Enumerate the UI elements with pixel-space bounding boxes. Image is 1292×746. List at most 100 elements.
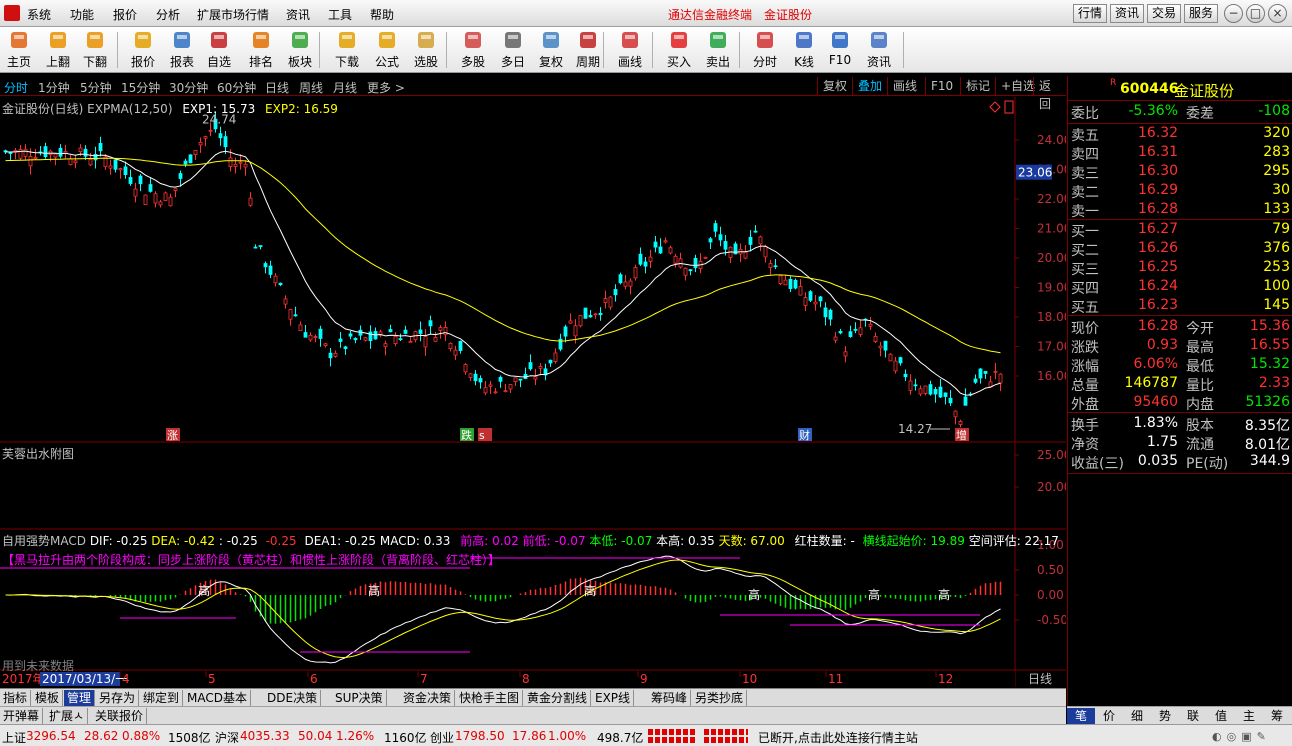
period-weekly[interactable]: 周线: [299, 79, 323, 96]
indicator-tab[interactable]: 另类抄底: [692, 690, 748, 706]
restore-rights-button[interactable]: 复权: [817, 77, 852, 95]
toolbar-clock-button[interactable]: 多日: [495, 28, 531, 72]
period-daily[interactable]: 日线: [265, 79, 289, 96]
menu-function[interactable]: 功能: [70, 6, 94, 23]
ask-row[interactable]: 卖三 16.30 295: [1068, 163, 1292, 182]
ask-row[interactable]: 卖一 16.28 133: [1068, 201, 1292, 220]
indicator-tab[interactable]: 管理: [64, 690, 96, 706]
toolbar-home-button[interactable]: 主页: [1, 28, 37, 72]
period-30min[interactable]: 30分钟: [169, 79, 208, 96]
candle-body: [828, 309, 833, 320]
toolbar-buy-button[interactable]: 买入: [661, 28, 697, 72]
bid-row[interactable]: 买五 16.23 145: [1068, 297, 1292, 316]
overlay-button[interactable]: 叠加: [852, 77, 887, 95]
toolbar-arrow-up-button[interactable]: 上翻: [40, 28, 76, 72]
ask-row[interactable]: 卖四 16.31 283: [1068, 144, 1292, 163]
right-tab[interactable]: 价: [1095, 708, 1123, 724]
draw-line-button[interactable]: 画线: [887, 77, 922, 95]
indicator-tab[interactable]: 指标: [0, 690, 32, 706]
indicator-tab[interactable]: 资金决策: [400, 690, 456, 706]
right-tab[interactable]: 主: [1235, 708, 1263, 724]
toolbar-yen-button[interactable]: 报价: [125, 28, 161, 72]
indicator-tab[interactable]: 黄金分割线: [524, 690, 592, 706]
close-icon[interactable]: ×: [1268, 4, 1287, 23]
menu-quote[interactable]: 报价: [113, 6, 137, 23]
toolbar-f10-button[interactable]: F10: [822, 28, 858, 72]
indicator-tab[interactable]: EXP线: [592, 690, 635, 706]
toolbar-draw-button[interactable]: 画线: [612, 28, 648, 72]
toolbar-kline-button[interactable]: K线: [786, 28, 822, 72]
toolbar-arrow-down-button[interactable]: 下翻: [77, 28, 113, 72]
period-timeshare[interactable]: 分时: [4, 79, 28, 96]
bid-row[interactable]: 买三 16.25 253: [1068, 259, 1292, 278]
indicator-tab[interactable]: 模板: [32, 690, 64, 706]
menu-extended-market[interactable]: 扩展市场行情: [197, 6, 269, 23]
toolbar-f8-button[interactable]: 周期: [570, 28, 606, 72]
candle-body: [813, 301, 818, 305]
mark-button[interactable]: 标记: [960, 77, 995, 95]
trade-mode-button[interactable]: 交易: [1147, 4, 1181, 23]
indicator-tab[interactable]: DDE决策: [264, 690, 322, 706]
sh-index[interactable]: 3296.54: [26, 729, 76, 743]
indicator-tab[interactable]: 快枪手主图: [456, 690, 524, 706]
period-15min[interactable]: 15分钟: [121, 79, 160, 96]
right-tab[interactable]: 值: [1207, 708, 1235, 724]
toolbar-report-button[interactable]: 报表: [164, 28, 200, 72]
period-more[interactable]: 更多 >: [367, 79, 405, 96]
extra-tab[interactable]: 扩展ㅅ: [46, 708, 89, 724]
indicator-tab[interactable]: MACD基本: [184, 690, 251, 706]
indicator-tab[interactable]: 绑定到: [140, 690, 184, 706]
toolbar-blocks-button[interactable]: 板块: [282, 28, 318, 72]
toolbar-timeshare-button[interactable]: 分时: [747, 28, 783, 72]
ask-row[interactable]: 卖五 16.32 320: [1068, 125, 1292, 144]
toolbar-f6-button[interactable]: 自选: [201, 28, 237, 72]
period-1min[interactable]: 1分钟: [38, 79, 70, 96]
minimize-icon[interactable]: −: [1224, 4, 1243, 23]
toolbar-multi-stock-button[interactable]: 多股: [455, 28, 491, 72]
back-button[interactable]: 返回: [1033, 77, 1066, 111]
news-icon: [868, 29, 890, 51]
period-5min[interactable]: 5分钟: [80, 79, 112, 96]
quote-mode-button[interactable]: 行情: [1073, 4, 1107, 23]
chart-area[interactable]: 24.0023.0022.0021.0020.0019.0018.0017.00…: [0, 97, 1066, 687]
f10-button[interactable]: F10: [925, 77, 958, 95]
period-60min[interactable]: 60分钟: [217, 79, 256, 96]
bid-row[interactable]: 买一 16.27 79: [1068, 221, 1292, 240]
cy-index[interactable]: 1798.50: [455, 729, 505, 743]
extra-tab[interactable]: 关联报价: [92, 708, 148, 724]
right-tab[interactable]: 联: [1179, 708, 1207, 724]
service-mode-button[interactable]: 服务: [1184, 4, 1218, 23]
extra-tab[interactable]: 开弹幕: [0, 708, 44, 724]
bid-label: 买三: [1071, 262, 1099, 278]
news-mode-button[interactable]: 资讯: [1110, 4, 1144, 23]
sz-index[interactable]: 4035.33: [240, 729, 290, 743]
bid-row[interactable]: 买四 16.24 100: [1068, 278, 1292, 297]
toolbar-stock-pick-button[interactable]: 选股: [408, 28, 444, 72]
ask-row[interactable]: 卖二 16.29 30: [1068, 182, 1292, 201]
period-monthly[interactable]: 月线: [333, 79, 357, 96]
yen-icon: [132, 29, 154, 51]
toolbar-news-button[interactable]: 资讯: [861, 28, 897, 72]
right-tab[interactable]: 细: [1123, 708, 1151, 724]
right-tab[interactable]: 笔: [1067, 708, 1095, 724]
toolbar-ranking-button[interactable]: 排名: [243, 28, 279, 72]
menu-help[interactable]: 帮助: [370, 6, 394, 23]
indicator-tab[interactable]: 筹码峰: [648, 690, 692, 706]
menu-analysis[interactable]: 分析: [156, 6, 180, 23]
menu-news[interactable]: 资讯: [286, 6, 310, 23]
toolbar-sell-button[interactable]: 卖出: [700, 28, 736, 72]
right-tab[interactable]: 势: [1151, 708, 1179, 724]
toolbar-formula-button[interactable]: 公式: [369, 28, 405, 72]
indicator-tab[interactable]: SUP决策: [332, 690, 387, 706]
menu-system[interactable]: 系统: [27, 6, 51, 23]
toolbar-download-button[interactable]: 下载: [329, 28, 365, 72]
connection-status[interactable]: 已断开,点击此处连接行情主站: [758, 729, 918, 746]
maximize-icon[interactable]: □: [1246, 4, 1265, 23]
candle-body: [438, 327, 443, 331]
toolbar-restore-button[interactable]: 复权: [533, 28, 569, 72]
kline-chart-svg[interactable]: 24.0023.0022.0021.0020.0019.0018.0017.00…: [0, 97, 1066, 687]
menu-tools[interactable]: 工具: [328, 6, 352, 23]
right-tab[interactable]: 筹: [1263, 708, 1291, 724]
indicator-tab[interactable]: 另存为: [96, 690, 140, 706]
bid-row[interactable]: 买二 16.26 376: [1068, 240, 1292, 259]
